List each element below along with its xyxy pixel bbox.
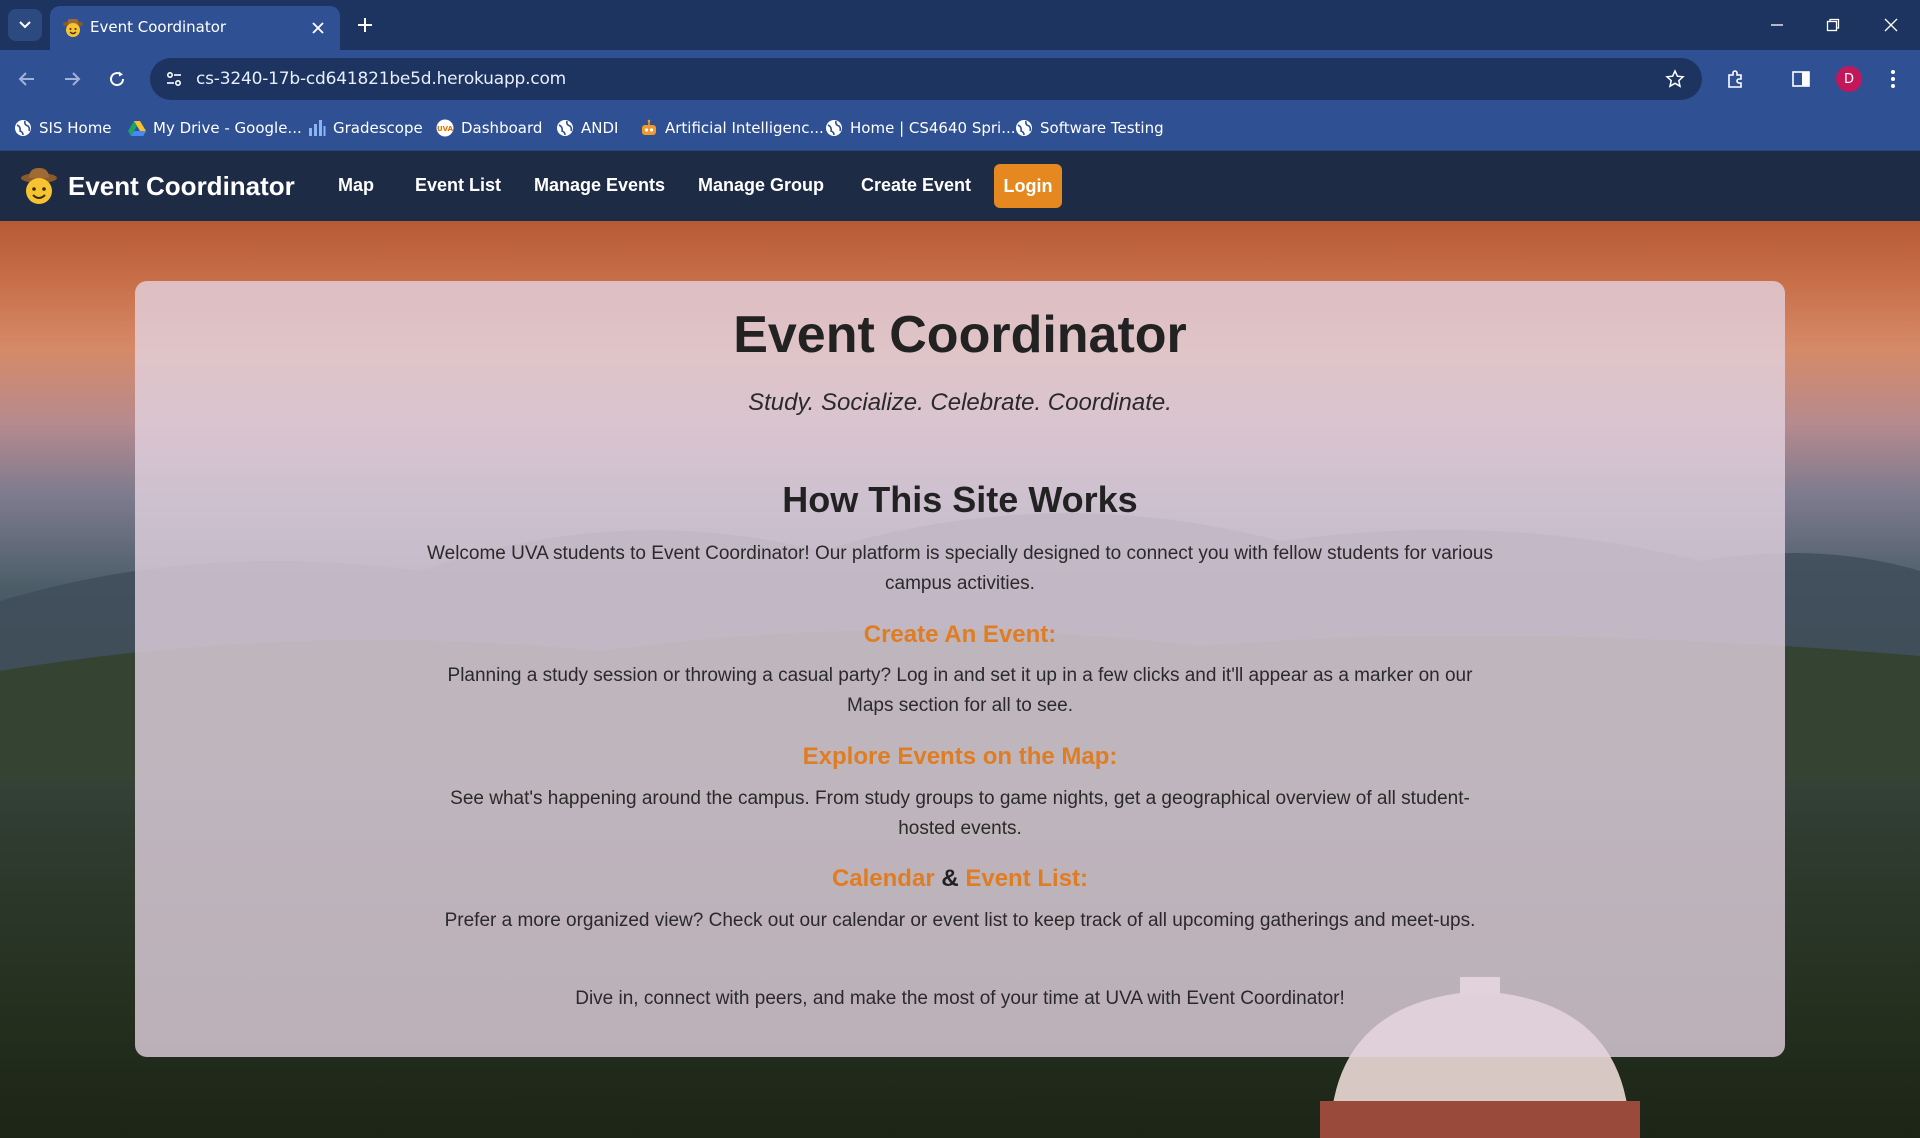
intro-paragraph: Welcome UVA students to Event Coordinato… [427,543,1493,594]
close-icon [1884,18,1898,32]
restore-button[interactable] [1818,10,1848,40]
browser-tab-active[interactable]: Event Coordinator [50,6,340,50]
nav-link-create-event[interactable]: Create Event [861,175,971,196]
site-settings-icon[interactable] [162,67,186,91]
close-window-button[interactable] [1876,10,1906,40]
cowboy-emoji-icon [63,19,83,37]
bookmarks-bar: SIS Home My Drive - Google... Gradescope… [0,107,1920,151]
page-viewport: Event Coordinator Map Event List Manage … [0,151,1920,1138]
cowboy-emoji-icon [21,168,57,204]
tab-title: Event Coordinator [90,18,227,36]
bookmark-label: Software Testing [1040,119,1164,137]
page-title: Event Coordinator [733,306,1187,364]
svg-text:UVA: UVA [437,125,454,133]
closing-paragraph: Dive in, connect with peers, and make th… [575,988,1345,1009]
bookmark-label: ANDI [581,119,619,137]
reload-icon [110,71,125,87]
globe-icon [556,119,574,137]
tab-search-button[interactable] [8,9,42,41]
profile-avatar[interactable]: D [1836,66,1862,92]
reload-button[interactable] [102,64,132,94]
bookmark-cs4640[interactable]: Home | CS4640 Spri... [825,115,1016,141]
bookmark-software-testing[interactable]: Software Testing [1015,115,1164,141]
minimize-button[interactable] [1762,10,1792,40]
create-event-paragraph: Planning a study session or throwing a c… [447,665,1473,716]
site-navbar: Event Coordinator Map Event List Manage … [0,151,1920,221]
side-panel-button[interactable] [1786,64,1816,94]
info-card: Event Coordinator Study. Socialize. Cele… [135,281,1785,1057]
globe-icon [1015,119,1033,137]
nav-link-map[interactable]: Map [338,175,374,196]
uva-icon: UVA [436,119,454,137]
bookmark-label: Dashboard [461,119,543,137]
side-panel-icon [1792,71,1810,87]
bookmark-artificial-intelligence[interactable]: Artificial Intelligenc... [640,115,824,141]
arrow-right-icon [65,72,81,86]
minimize-icon [1771,24,1783,26]
bookmark-label: Gradescope [333,119,423,137]
browser-toolbar: cs-3240-17b-cd641821be5d.herokuapp.com [0,50,1920,107]
event-list-heading-text: Event List: [965,865,1089,892]
chevron-down-icon [19,21,31,29]
robot-icon [640,119,658,137]
nav-link-manage-events[interactable]: Manage Events [534,175,665,196]
address-bar[interactable]: cs-3240-17b-cd641821be5d.herokuapp.com [150,58,1702,100]
google-drive-icon [128,119,146,137]
more-vertical-icon [1891,70,1895,88]
bookmark-gradescope[interactable]: Gradescope [308,115,423,141]
back-button[interactable] [12,64,42,94]
calendar-event-list-heading: Calendar & Event List: [135,865,1785,893]
bookmark-label: My Drive - Google... [153,119,302,137]
globe-icon [825,119,843,137]
bookmark-star-icon[interactable] [1662,66,1688,92]
site-brand[interactable]: Event Coordinator [20,166,295,206]
bookmark-my-drive[interactable]: My Drive - Google... [128,115,302,141]
explore-map-paragraph: See what's happening around the campus. … [450,788,1470,839]
explore-map-heading: Explore Events on the Map: [802,743,1118,770]
globe-icon [14,119,32,137]
forward-button[interactable] [57,64,87,94]
bookmark-dashboard[interactable]: UVA Dashboard [436,115,542,141]
bookmark-sis-home[interactable]: SIS Home [14,115,112,141]
nav-link-manage-group[interactable]: Manage Group [698,175,824,196]
bar-chart-icon [308,119,326,137]
calendar-heading-text: Calendar [831,865,935,892]
bookmark-label: Artificial Intelligenc... [665,119,824,137]
extensions-button[interactable] [1720,64,1750,94]
browser-menu-button[interactable] [1878,64,1908,94]
browser-tabstrip: Event Coordinator [0,0,1920,50]
bookmark-andi[interactable]: ANDI [556,115,618,141]
restore-icon [1826,18,1840,32]
calendar-paragraph: Prefer a more organized view? Check out … [444,910,1476,931]
bookmark-label: Home | CS4640 Spri... [850,119,1016,137]
puzzle-icon [1728,70,1742,88]
url-text: cs-3240-17b-cd641821be5d.herokuapp.com [196,69,567,89]
ampersand: & [941,865,959,892]
login-button[interactable]: Login [994,164,1062,208]
plus-icon [358,18,372,32]
create-event-heading: Create An Event: [863,621,1057,648]
new-tab-button[interactable] [352,12,378,38]
how-it-works-heading: How This Site Works [782,479,1138,520]
tagline: Study. Socialize. Celebrate. Coordinate. [748,389,1172,416]
site-brand-label: Event Coordinator [68,170,295,201]
nav-link-event-list[interactable]: Event List [415,175,501,196]
bookmark-label: SIS Home [39,119,112,137]
arrow-left-icon [18,72,34,86]
close-tab-icon[interactable] [306,16,330,40]
